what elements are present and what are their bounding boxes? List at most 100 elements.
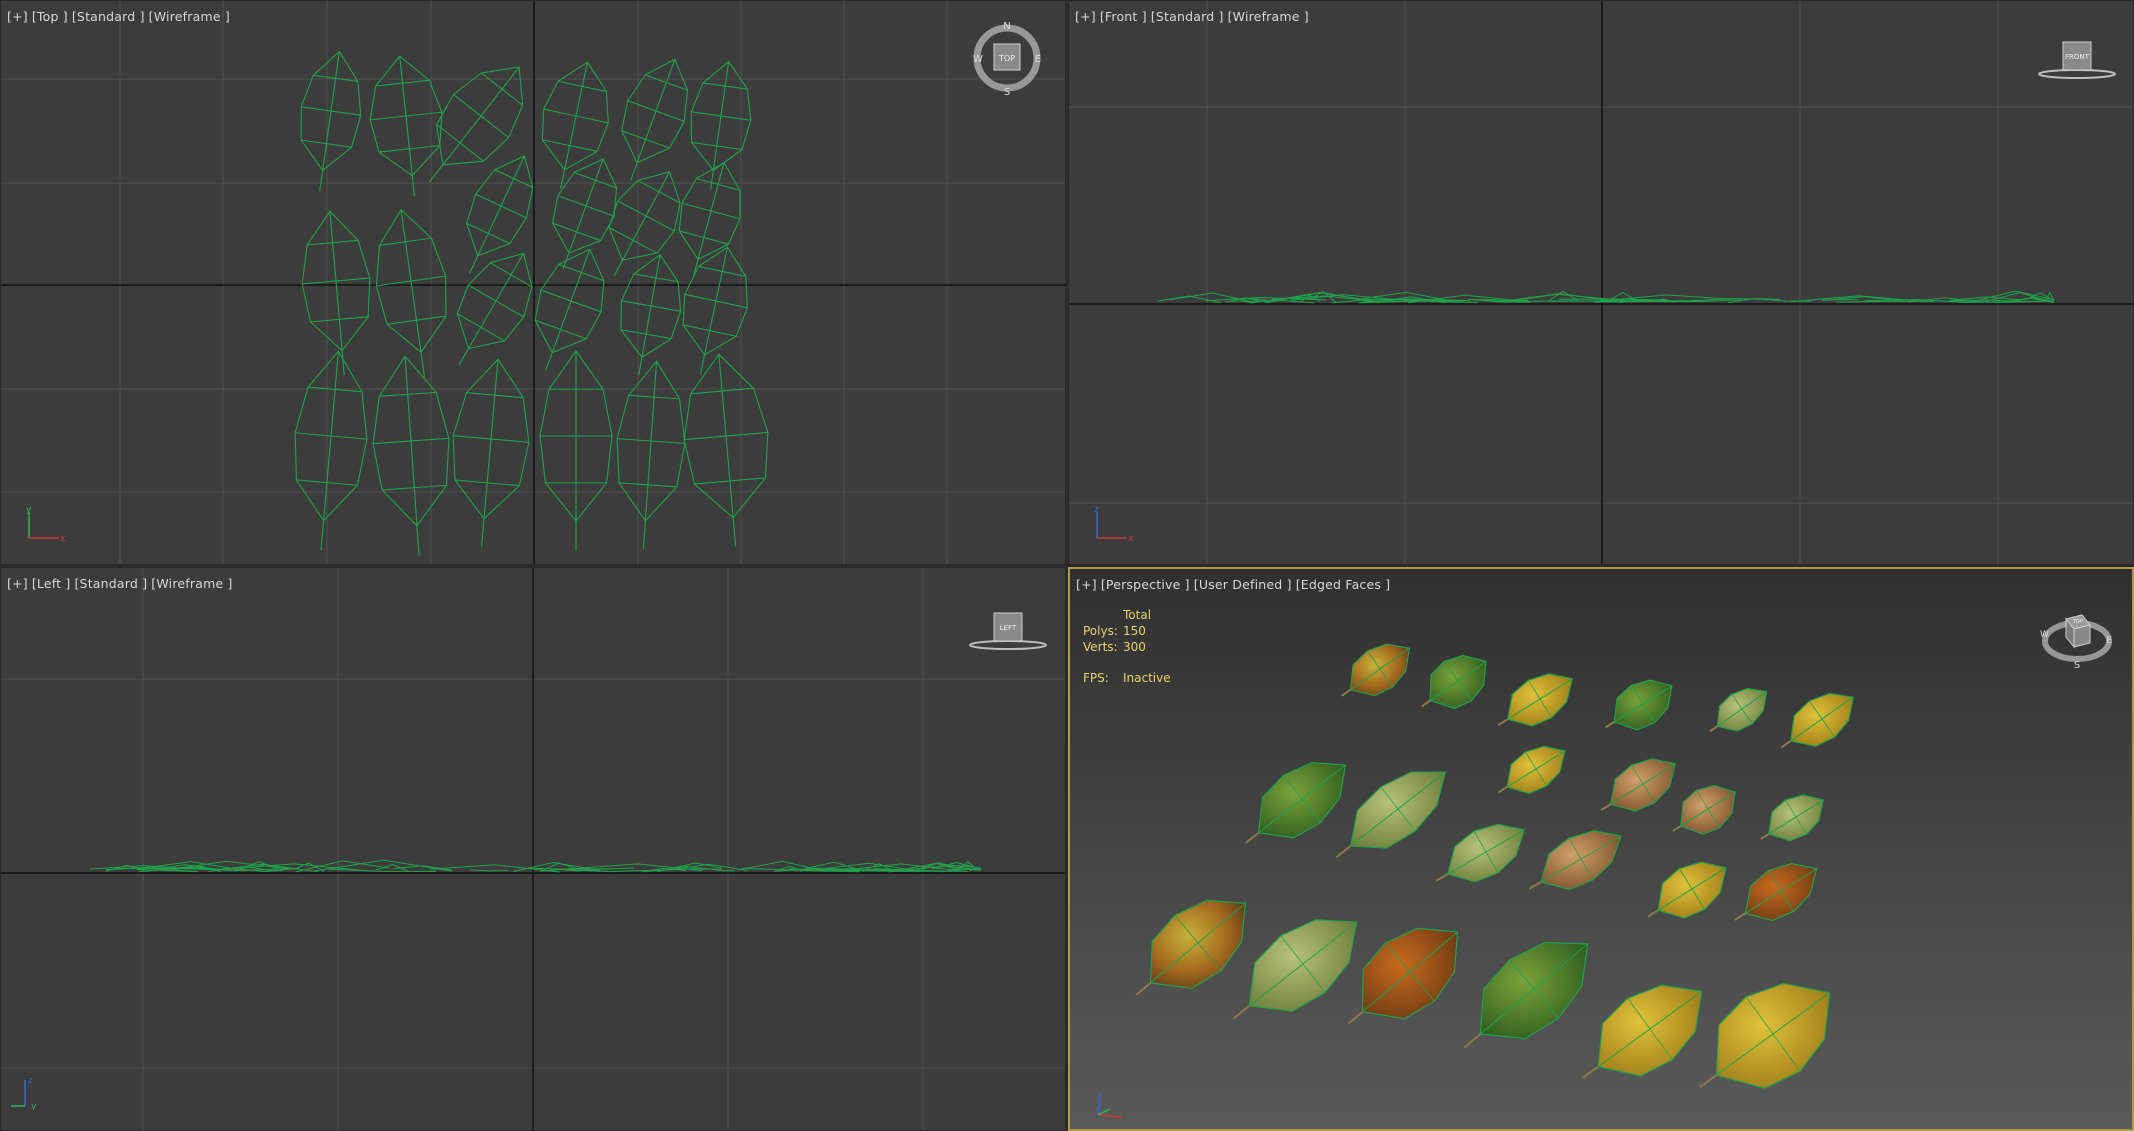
leaf-edge-side [375, 864, 410, 873]
axis-label-a: z [28, 1076, 33, 1086]
leaf-wireframe-edge [475, 193, 527, 219]
leaf-wireframe-edge [557, 195, 615, 217]
shading-preset-label[interactable]: [Standard ] [1151, 9, 1224, 24]
viewport-menu-plus[interactable]: [+] [7, 9, 28, 24]
leaf-wireframe-stem [420, 352, 426, 378]
leaf-wireframe-edge [480, 72, 524, 106]
compass-south[interactable]: S [2074, 660, 2080, 669]
viewport-label-top[interactable]: [+] [Top ] [Standard ] [Wireframe ] [7, 9, 234, 24]
display-mode-label[interactable]: [Wireframe ] [151, 576, 232, 591]
leaf-mesh [1716, 687, 1768, 732]
leaf-wireframe-edge [681, 202, 741, 220]
viewport-perspective[interactable]: [+] [Perspective ] [User Defined ] [Edged F… [1068, 567, 2134, 1131]
leaf-wireframe-edge [494, 169, 534, 188]
leaf-mesh [1744, 862, 1818, 922]
viewcube-face-label: LEFT [1000, 624, 1017, 632]
polys-label: Polys: [1083, 624, 1118, 638]
viewport-top[interactable]: [+] [Top ] [Standard ] [Wireframe ] TOP N S… [0, 0, 1066, 565]
leaf-wireframe-edge [684, 293, 748, 309]
view-type-label[interactable]: [Top ] [32, 9, 68, 24]
leaf-mesh [1613, 679, 1673, 731]
axis-label-b: x [60, 534, 66, 542]
viewport-menu-plus[interactable]: [+] [1076, 577, 1097, 592]
leaf-wireframe-edge [534, 319, 587, 340]
viewcube-face-label: TOP [2072, 619, 2083, 625]
viewcube-face-label: TOP [998, 54, 1015, 63]
view-type-label[interactable]: [Perspective ] [1101, 577, 1190, 592]
view-type-label[interactable]: [Left ] [32, 576, 71, 591]
leaf-stem [1760, 833, 1770, 840]
leaf-mesh [1715, 982, 1831, 1089]
leaf-stem [1497, 718, 1509, 727]
leaf-stem [1245, 832, 1260, 844]
compass-east[interactable]: E [2106, 636, 2112, 646]
viewport-label-left[interactable]: [+] [Left ] [Standard ] [Wireframe ] [7, 576, 237, 591]
fps-value: Inactive [1123, 671, 1171, 685]
viewport-menu-plus[interactable]: [+] [1075, 9, 1096, 24]
viewcube-top[interactable]: TOP N S E W [971, 21, 1043, 99]
axis-tripod-front: z x [1094, 506, 1134, 542]
viewport-left[interactable]: [+] [Left ] [Standard ] [Wireframe ] LEFT z… [0, 567, 1066, 1131]
shading-preset-label[interactable]: [Standard ] [74, 576, 147, 591]
leaf-wireframe-stem [481, 518, 485, 547]
viewport-front[interactable]: [+] [Front ] [Standard ] [Wireframe ] FRONT… [1068, 0, 2134, 565]
axis-tripod-left: z y [11, 1076, 37, 1110]
leaf-wireframe-edge [627, 100, 685, 122]
compass-east[interactable]: E [1035, 54, 1041, 65]
view-type-label[interactable]: [Front ] [1100, 9, 1147, 24]
stats-header: Total [1123, 608, 1152, 622]
viewport-label-front[interactable]: [+] [Front ] [Standard ] [Wireframe ] [1075, 9, 1313, 24]
display-mode-label[interactable]: [Edged Faces ] [1296, 577, 1391, 592]
leaf-wireframe-stem [469, 255, 479, 274]
shading-preset-label[interactable]: [Standard ] [72, 9, 145, 24]
leaf-stem [1672, 825, 1682, 832]
display-mode-label[interactable]: [Wireframe ] [149, 9, 230, 24]
leaf-wireframe-stem [692, 259, 699, 277]
compass-west[interactable]: W [973, 54, 983, 65]
leaf-wireframe-edge [621, 300, 681, 312]
viewcube-perspective[interactable]: TOP S E W [2040, 607, 2114, 669]
leaf-wireframe-edge [542, 139, 598, 152]
leaf-wireframe-stem [613, 259, 624, 276]
leaf-mesh [1361, 927, 1459, 1020]
leaf-mesh [1248, 919, 1358, 1012]
leaf-wireframe-edge [617, 200, 675, 232]
viewport-menu-plus[interactable]: [+] [7, 576, 28, 591]
display-mode-label[interactable]: [Wireframe ] [1228, 9, 1309, 24]
leaf-edge-side [327, 868, 436, 872]
leaf-wireframe-edge [552, 222, 601, 242]
left-viewport-scene [1, 568, 1065, 1130]
leaf-wireframe-edge [557, 80, 607, 93]
leaf-stem [1604, 721, 1615, 729]
viewcube-front[interactable]: FRONT [2035, 37, 2119, 81]
leaf-mesh [1429, 654, 1487, 710]
leaf-stem [1435, 873, 1449, 882]
leaf-stem [1135, 982, 1152, 996]
compass-south[interactable]: S [1004, 87, 1010, 98]
polys-value: 150 [1123, 624, 1146, 638]
leaf-mesh [1258, 762, 1347, 839]
leaf-wireframe-edge [466, 222, 511, 244]
leaf-mesh [1479, 941, 1589, 1040]
leaf-wireframe-edge [540, 289, 602, 313]
leaf-wireframe-stem [732, 517, 737, 547]
leaf-stem [1582, 1065, 1599, 1079]
leaf-stem [1497, 786, 1508, 794]
leaf-wireframe [435, 66, 524, 166]
compass-north[interactable]: N [1003, 21, 1010, 32]
axis-label-b: y [31, 1102, 37, 1110]
leaf-stem [1780, 739, 1792, 749]
leaf-wireframe-stem [700, 354, 706, 374]
leaf-wireframe-edge [645, 74, 688, 91]
compass-west[interactable]: W [2040, 630, 2049, 640]
axis-label-a: z [1094, 506, 1099, 515]
leaf-mesh [1149, 899, 1247, 989]
axis-label-b: x [1128, 534, 1134, 542]
shading-preset-label[interactable]: [User Defined ] [1194, 577, 1292, 592]
leaf-wireframe-stem [341, 350, 345, 376]
viewcube-left[interactable]: LEFT [966, 608, 1050, 652]
leaf-stem [1734, 912, 1746, 921]
viewport-label-perspective[interactable]: [+] [Perspective ] [User Defined ] [Edged F… [1076, 577, 1394, 592]
leaf-wireframe-edge [436, 124, 484, 162]
leaf-wireframe-stem [320, 520, 325, 551]
